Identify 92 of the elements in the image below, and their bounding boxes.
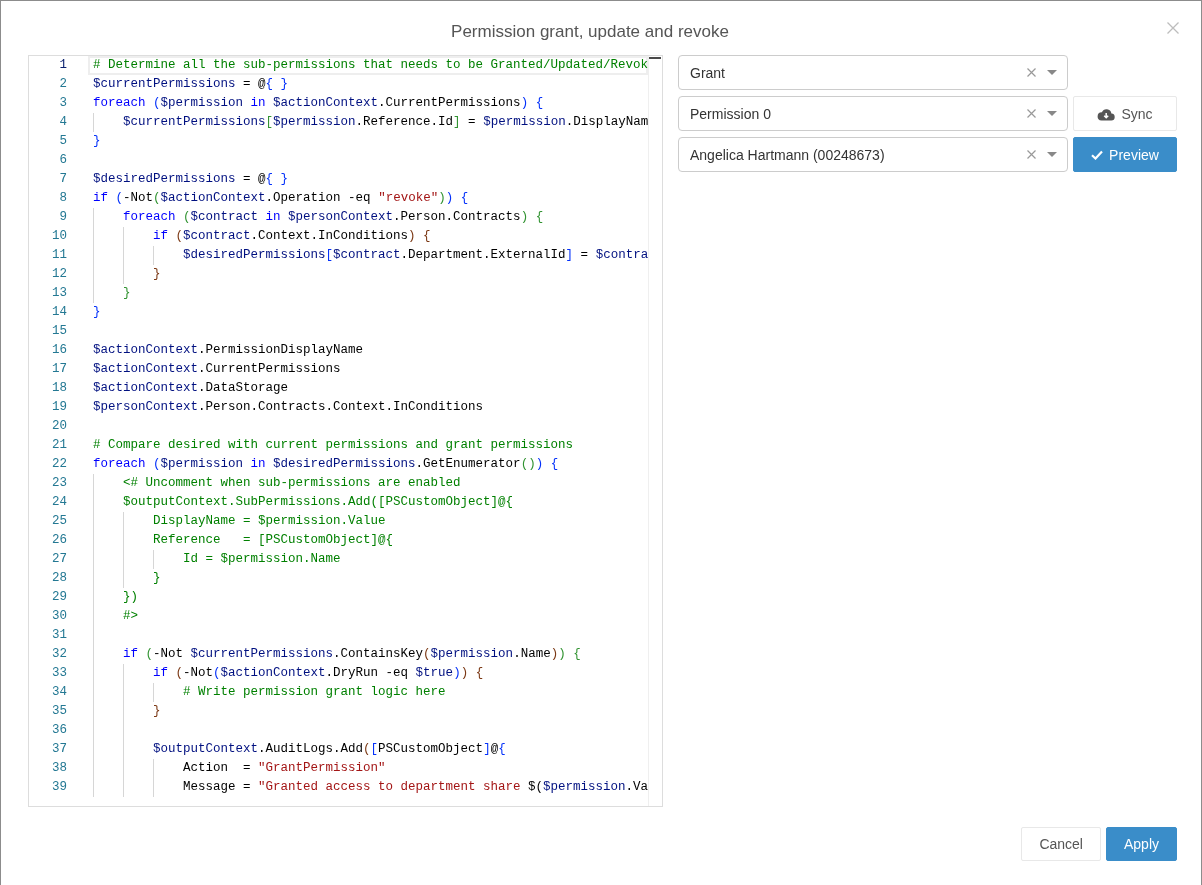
line-number: 18 (52, 381, 67, 395)
line-number: 14 (52, 305, 67, 319)
line-number: 27 (52, 552, 67, 566)
line-number: 39 (52, 780, 67, 794)
line-number: 25 (52, 514, 67, 528)
code-line: } (153, 570, 161, 587)
code-line: # Determine all the sub-permissions that needs to be Granted/Updated/Revok (93, 57, 649, 74)
line-number: 26 (52, 533, 67, 547)
dialog-title: Permission grant, update and revoke (451, 21, 729, 43)
line-number: 38 (52, 761, 67, 775)
line-number: 35 (52, 704, 67, 718)
line-number: 28 (52, 571, 67, 585)
clear-icon[interactable] (1027, 150, 1036, 159)
code-line: $outputContext.SubPermissions.Add([PSCustomObject]@{ (123, 494, 514, 511)
line-number: 7 (59, 172, 67, 186)
code-line: }) (123, 589, 138, 606)
cloud-download-icon (1097, 106, 1116, 121)
line-number: 6 (59, 153, 67, 167)
code-line: if (-Not($actionContext.Operation -eq "revoke")) { (93, 190, 469, 207)
line-number: 17 (52, 362, 67, 376)
clear-icon[interactable] (1027, 109, 1036, 118)
code-line: if (-Not $currentPermissions.ContainsKey($permission.Name)) { (123, 646, 581, 663)
cursor-marker-icon (649, 57, 661, 59)
code-line: } (93, 133, 101, 150)
code-line: $actionContext.PermissionDisplayName (93, 342, 364, 359)
line-number: 11 (52, 248, 67, 262)
line-number: 5 (59, 134, 67, 148)
dropdown-select[interactable]: Permission 0 (678, 96, 1068, 131)
line-number: 10 (52, 229, 67, 243)
line-number: 15 (52, 324, 67, 338)
code-line: $desiredPermissions = @{ } (93, 171, 289, 188)
code-line: if ($contract.Context.InConditions) { (153, 228, 431, 245)
code-line: } (93, 304, 101, 321)
sync-button[interactable]: Sync (1073, 96, 1177, 131)
dropdown-select[interactable]: Angelica Hartmann (00248673) (678, 137, 1068, 172)
code-line: $actionContext.DataStorage (93, 380, 289, 397)
line-number: 23 (52, 476, 67, 490)
line-number: 24 (52, 495, 67, 509)
code-line: } (123, 285, 131, 302)
code-line: Message = "Granted access to department share $($permission.Va (183, 779, 649, 796)
line-number: 16 (52, 343, 67, 357)
code-line: #> (123, 608, 138, 625)
line-number: 22 (52, 457, 67, 471)
code-line: $currentPermissions[$permission.Reference.Id] = $permission.DisplayNam (123, 114, 649, 131)
preview-button[interactable]: Preview (1073, 137, 1177, 172)
dropdown-select[interactable]: Grant (678, 55, 1068, 90)
caret-icon[interactable] (1047, 111, 1057, 116)
cancel-button[interactable]: Cancel (1021, 827, 1101, 861)
code-line: Reference = [PSCustomObject]@{ (153, 532, 394, 549)
code-line: $outputContext.AuditLogs.Add([PSCustomObject]@{ (153, 741, 506, 758)
line-number: 4 (59, 115, 67, 129)
code-line: foreach ($permission in $desiredPermissions.GetEnumerator()) { (93, 456, 559, 473)
caret-icon[interactable] (1047, 152, 1057, 157)
code-line: Action = "GrantPermission" (183, 760, 386, 777)
line-number: 12 (52, 267, 67, 281)
line-number: 37 (52, 742, 67, 756)
code-line: DisplayName = $permission.Value (153, 513, 386, 530)
code-line: $actionContext.CurrentPermissions (93, 361, 341, 378)
code-line: $desiredPermissions[$contract.Department.ExternalId] = $contra (183, 247, 649, 264)
line-number: 31 (52, 628, 67, 642)
line-number: 19 (52, 400, 67, 414)
line-number: 29 (52, 590, 67, 604)
line-number: 2 (59, 77, 67, 91)
close-icon[interactable] (1167, 22, 1179, 34)
clear-icon[interactable] (1027, 68, 1036, 77)
code-line: # Compare desired with current permissions and grant permissions (93, 437, 574, 454)
line-number: 1 (59, 58, 67, 72)
line-number: 13 (52, 286, 67, 300)
line-number: 20 (52, 419, 67, 433)
line-number: 21 (52, 438, 67, 452)
line-number: 9 (59, 210, 67, 224)
code-line: Id = $permission.Name (183, 551, 341, 568)
line-number: 3 (59, 96, 67, 110)
code-editor[interactable] (28, 55, 663, 807)
line-number: 30 (52, 609, 67, 623)
line-number: 36 (52, 723, 67, 737)
caret-icon[interactable] (1047, 70, 1057, 75)
code-line: foreach ($contract in $personContext.Person.Contracts) { (123, 209, 544, 226)
code-line: $personContext.Person.Contracts.Context.InConditions (93, 399, 484, 416)
line-number: 32 (52, 647, 67, 661)
apply-button[interactable]: Apply (1105, 827, 1177, 861)
code-line: } (153, 266, 161, 283)
code-line: } (153, 703, 161, 720)
line-number: 34 (52, 685, 67, 699)
code-line: <# Uncomment when sub-permissions are enabled (123, 475, 461, 492)
line-number: 33 (52, 666, 67, 680)
code-line: foreach ($permission in $actionContext.CurrentPermissions) { (93, 95, 544, 112)
code-line: $currentPermissions = @{ } (93, 76, 289, 93)
code-line: # Write permission grant logic here (183, 684, 446, 701)
code-line: if (-Not($actionContext.DryRun -eq $true)) { (153, 665, 484, 682)
check-icon (1091, 149, 1104, 160)
line-number: 8 (59, 191, 67, 205)
